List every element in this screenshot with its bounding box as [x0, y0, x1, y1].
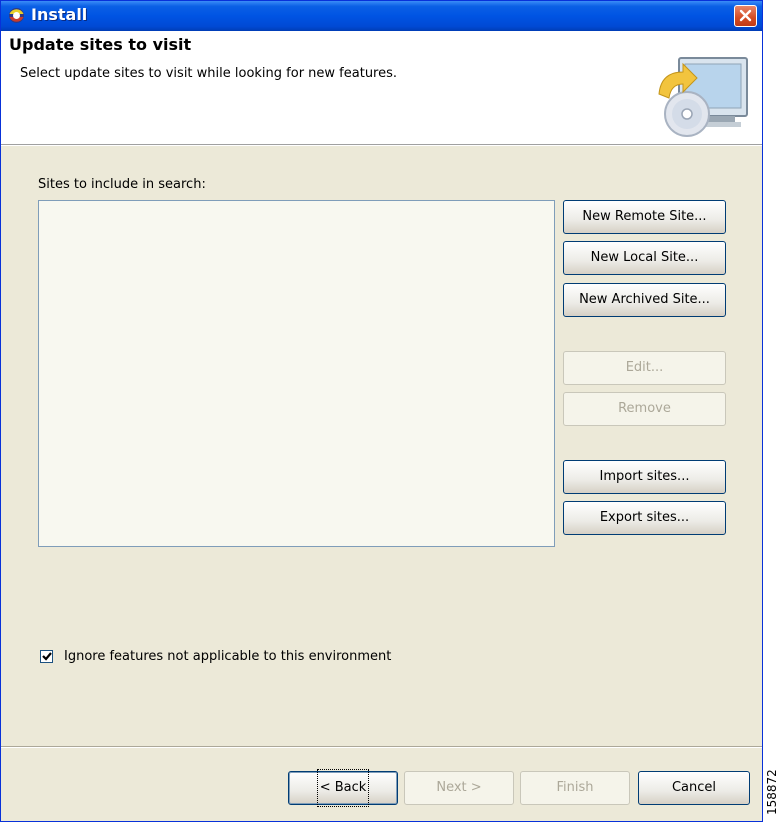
figure-number: 158872: [765, 769, 779, 815]
close-icon: [739, 9, 752, 22]
import-sites-button[interactable]: Import sites...: [563, 460, 726, 494]
eclipse-app-icon: [9, 8, 24, 23]
next-button[interactable]: Next >: [404, 771, 514, 805]
new-remote-site-button[interactable]: New Remote Site...: [563, 200, 726, 234]
page-description: Select update sites to visit while looki…: [20, 66, 398, 81]
ignore-features-checkbox[interactable]: [40, 650, 53, 663]
install-dialog: Install Update sites to visit Select upd…: [0, 0, 763, 822]
install-wizard-icon: [658, 57, 748, 137]
sites-list[interactable]: [38, 200, 555, 547]
new-archived-site-button[interactable]: New Archived Site...: [563, 283, 726, 317]
window-title: Install: [31, 5, 88, 24]
edit-button[interactable]: Edit...: [563, 351, 726, 385]
header-separator: [1, 145, 762, 146]
checkmark-icon: [42, 652, 52, 661]
sites-list-label: Sites to include in search:: [38, 177, 206, 192]
footer-separator: [1, 746, 762, 748]
finish-button[interactable]: Finish: [520, 771, 630, 805]
ignore-features-label[interactable]: Ignore features not applicable to this e…: [64, 649, 391, 664]
cancel-button[interactable]: Cancel: [638, 771, 750, 805]
page-title: Update sites to visit: [9, 35, 192, 54]
export-sites-button[interactable]: Export sites...: [563, 501, 726, 535]
close-button[interactable]: [734, 5, 757, 27]
remove-button[interactable]: Remove: [563, 392, 726, 426]
title-bar[interactable]: Install: [1, 1, 762, 31]
back-button[interactable]: < Back: [288, 769, 398, 807]
new-local-site-button[interactable]: New Local Site...: [563, 241, 726, 275]
